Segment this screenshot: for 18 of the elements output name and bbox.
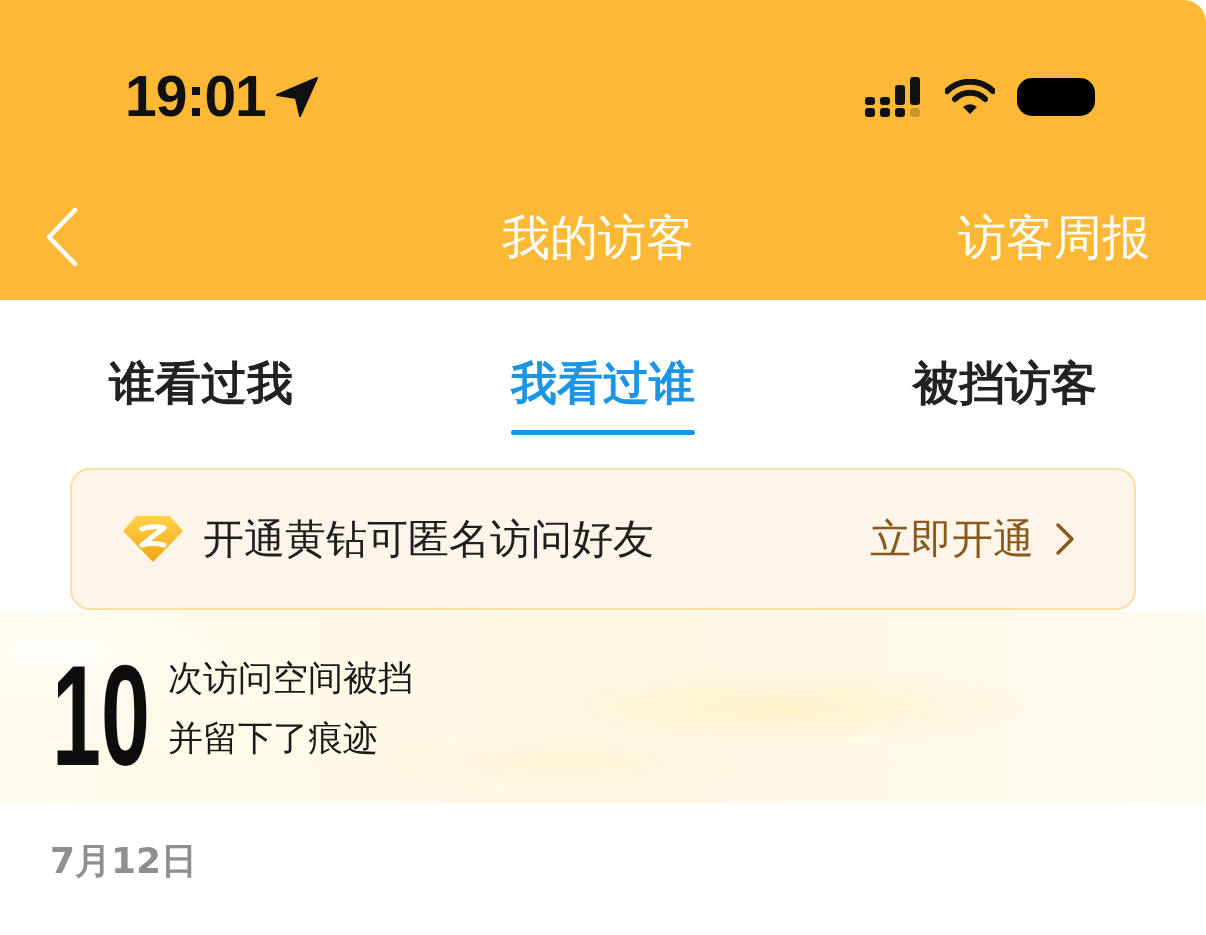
battery-icon	[1017, 78, 1095, 116]
tab[interactable]: 谁看过我	[109, 340, 293, 435]
chevron-left-icon[interactable]	[45, 207, 79, 267]
signal-icon	[865, 77, 923, 117]
summary-text: 并留下了痕迹	[168, 719, 379, 756]
location-arrow-icon	[275, 77, 318, 117]
status-time: 19:01	[125, 67, 266, 125]
activate-link[interactable]: 立即开通	[870, 514, 1076, 564]
summary-text: 次访问空间被挡	[168, 659, 413, 696]
wifi-icon	[945, 79, 995, 115]
page-title: 我的访客	[501, 208, 694, 267]
diamond-icon	[122, 515, 184, 563]
tab[interactable]: 被挡访客	[913, 340, 1097, 435]
tab[interactable]: 我看过谁	[511, 340, 695, 435]
promo-text: 开通黄钻可匿名访问好友	[203, 514, 655, 564]
visit-count: 10	[52, 658, 150, 773]
chevron-right-icon	[1054, 522, 1076, 556]
date-heading: 7月12日	[50, 840, 198, 881]
